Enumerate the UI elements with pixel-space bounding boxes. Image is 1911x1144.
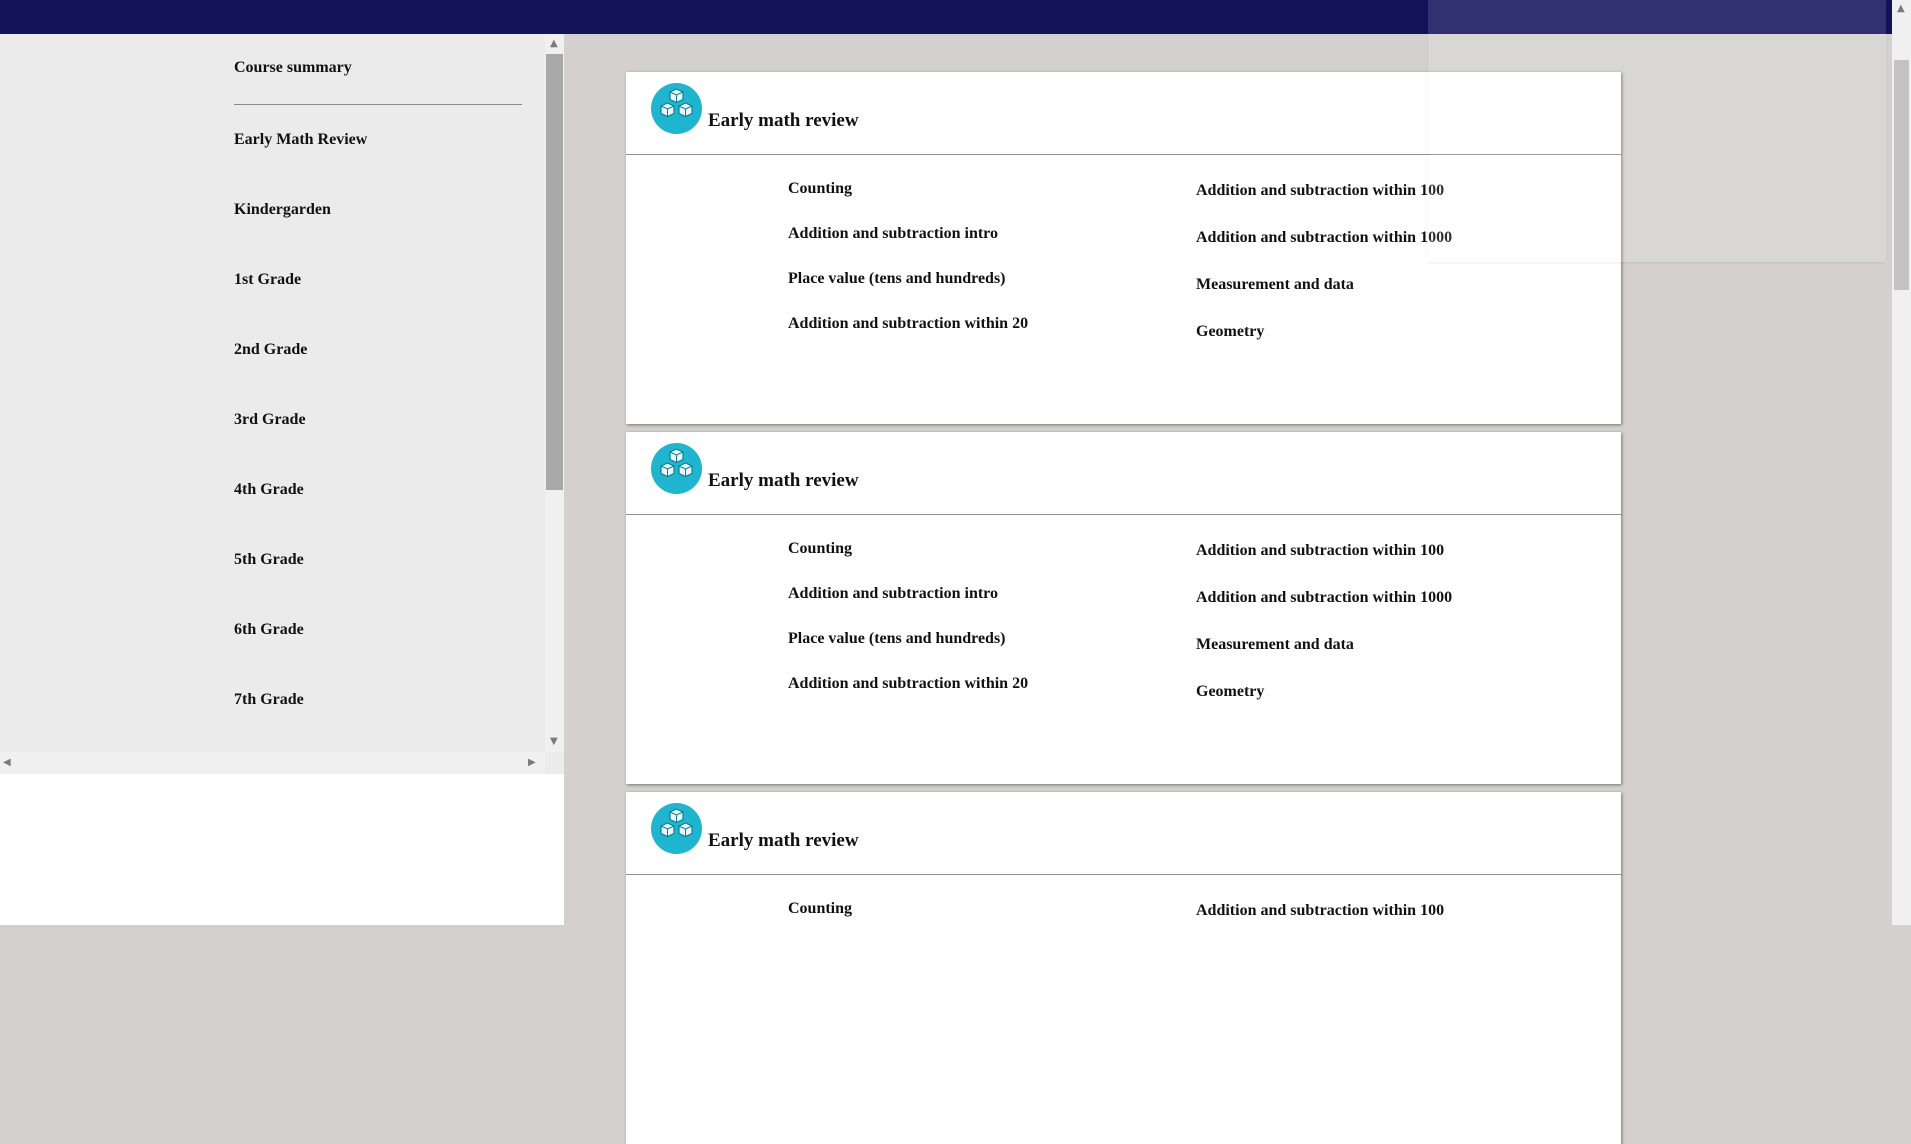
- topic-link[interactable]: Measurement and data: [1196, 276, 1354, 294]
- sidebar-item-2nd-grade[interactable]: 2nd Grade: [234, 341, 307, 359]
- sidebar-item-early-math-review[interactable]: Early Math Review: [234, 131, 367, 149]
- card-divider: [626, 874, 1621, 875]
- course-card: Early math review Counting Addition and …: [626, 792, 1621, 1144]
- sidebar-item-6th-grade[interactable]: 6th Grade: [234, 621, 304, 639]
- topic-link[interactable]: Addition and subtraction within 100: [1196, 542, 1444, 560]
- sidebar-item-5th-grade[interactable]: 5th Grade: [234, 551, 304, 569]
- topic-link[interactable]: Addition and subtraction within 100: [1196, 902, 1444, 920]
- topic-link[interactable]: Counting: [788, 540, 852, 558]
- topic-link[interactable]: Geometry: [1196, 323, 1264, 341]
- page-scroll-thumb[interactable]: [1894, 60, 1909, 290]
- cubes-icon: [651, 443, 702, 494]
- translucent-overlay-panel: [1428, 0, 1886, 262]
- card-divider: [626, 514, 1621, 515]
- sidebar-vertical-scrollbar[interactable]: ▲ ▼: [545, 34, 564, 752]
- scroll-up-arrow-icon[interactable]: ▲: [550, 39, 558, 49]
- sidebar-item-7th-grade[interactable]: 7th Grade: [234, 691, 304, 709]
- cubes-icon: [651, 83, 702, 134]
- page-scroll-up-arrow-icon[interactable]: ▲: [1897, 4, 1905, 14]
- topic-link[interactable]: Counting: [788, 180, 852, 198]
- sidebar-item-3rd-grade[interactable]: 3rd Grade: [234, 411, 306, 429]
- topic-link[interactable]: Addition and subtraction within 20: [788, 315, 1028, 333]
- topic-link[interactable]: Place value (tens and hundreds): [788, 270, 1006, 288]
- card-title: Early math review: [708, 470, 859, 491]
- sidebar-item-1st-grade[interactable]: 1st Grade: [234, 271, 301, 289]
- sidebar-horizontal-scrollbar[interactable]: ◀ ▶: [0, 752, 545, 774]
- course-card: Early math review Counting Addition and …: [626, 432, 1621, 784]
- topic-link[interactable]: Addition and subtraction intro: [788, 585, 998, 603]
- card-header[interactable]: Early math review: [626, 432, 1621, 514]
- card-title: Early math review: [708, 830, 859, 851]
- topic-link[interactable]: Geometry: [1196, 683, 1264, 701]
- sidebar: Course summary Early Math Review Kinderg…: [0, 34, 564, 925]
- sidebar-item-course-summary[interactable]: Course summary: [234, 59, 352, 77]
- topic-link[interactable]: Addition and subtraction within 1000: [1196, 589, 1452, 607]
- card-title: Early math review: [708, 110, 859, 131]
- topic-link[interactable]: Addition and subtraction within 20: [788, 675, 1028, 693]
- topic-link[interactable]: Addition and subtraction within 1000: [1196, 229, 1452, 247]
- sidebar-divider: [234, 104, 522, 105]
- sidebar-scroll-area[interactable]: Course summary Early Math Review Kinderg…: [0, 34, 564, 774]
- cubes-icon: [651, 803, 702, 854]
- sidebar-item-4th-grade[interactable]: 4th Grade: [234, 481, 304, 499]
- topic-link[interactable]: Addition and subtraction intro: [788, 225, 998, 243]
- scroll-left-arrow-icon[interactable]: ◀: [3, 758, 11, 768]
- topic-link[interactable]: Place value (tens and hundreds): [788, 630, 1006, 648]
- scroll-right-arrow-icon[interactable]: ▶: [528, 758, 536, 768]
- sidebar-item-kindergarden[interactable]: Kindergarden: [234, 201, 331, 219]
- topic-link[interactable]: Counting: [788, 900, 852, 918]
- topic-link[interactable]: Measurement and data: [1196, 636, 1354, 654]
- page-vertical-scrollbar[interactable]: ▲: [1892, 0, 1911, 925]
- card-header[interactable]: Early math review: [626, 792, 1621, 874]
- scroll-down-arrow-icon[interactable]: ▼: [550, 737, 558, 747]
- sidebar-scroll-thumb[interactable]: [546, 54, 563, 490]
- topic-link[interactable]: Addition and subtraction within 100: [1196, 182, 1444, 200]
